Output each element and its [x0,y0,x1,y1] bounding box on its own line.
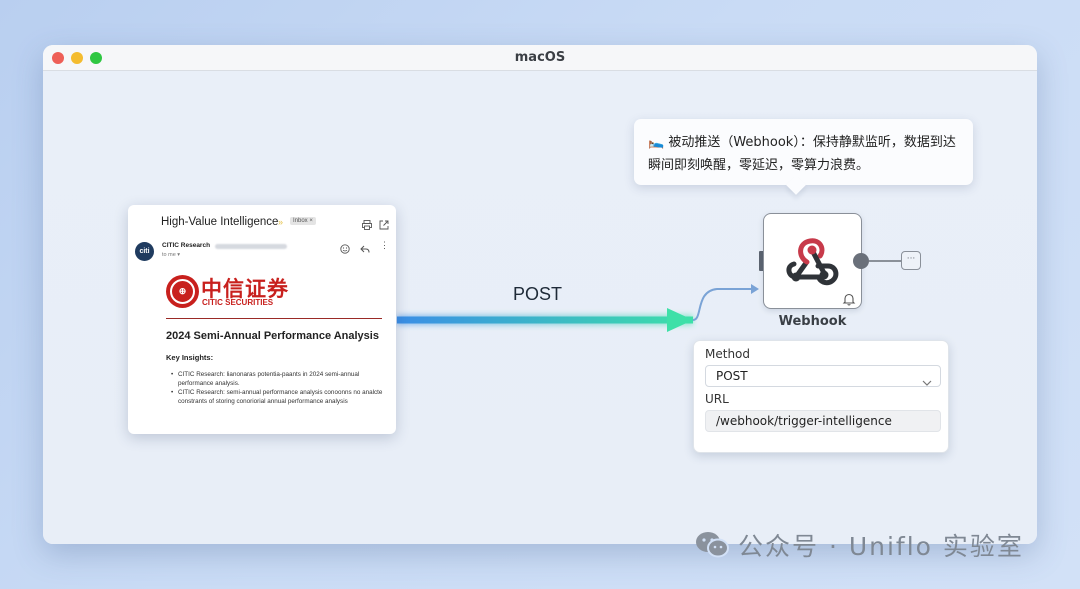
post-method-label: POST [513,284,563,304]
method-select[interactable]: POST [705,365,941,387]
title-bar: macOS [43,45,1037,71]
sender-email-redacted [215,244,287,249]
bell-icon[interactable] [842,291,856,310]
output-connector [869,260,902,262]
method-label: Method [705,347,751,361]
recipient-line[interactable]: to me ▾ [162,252,180,258]
node-label: Webhook [778,314,847,329]
list-item: CITIC Research: semi-annual performance … [171,389,388,406]
watermark-text: 公众号 · Uniflo 实验室 [738,532,1024,561]
url-label: URL [705,392,729,406]
webhook-icon [786,238,839,286]
list-item: CITIC Research: lianonaras potentia-paan… [171,371,388,388]
tooltip-text: 🛌 被动推送（Webhook）：保持静默监听，数据到达瞬间即刻唤醒，零延迟，零算… [648,135,956,173]
method-value: POST [716,369,748,383]
email-preview-card: High-Value Intelligence » Inbox × citi C… [128,205,396,434]
wechat-icon [696,532,729,558]
more-options-icon[interactable]: ⋮ [380,240,389,251]
important-marker-icon[interactable]: » [278,217,283,227]
document-divider [166,318,382,319]
workflow-canvas[interactable]: POST High-Value Intelligence » Inbox × c… [43,71,1037,544]
document-title: 2024 Semi-Annual Performance Analysis [166,330,379,342]
citic-logo-seal: ⊕ [166,275,199,308]
chevron-down-icon [922,372,932,391]
sender-avatar: citi [135,242,154,261]
window-title: macOS [514,50,566,65]
citic-logo-english: CITIC SECURITIES [202,298,274,307]
sender-name: CITIC Research [162,242,211,249]
print-icon[interactable] [362,217,372,235]
url-value: /webhook/trigger-intelligence [716,414,892,428]
app-window: macOS POST High-Value Intelligence » Inb… [43,45,1037,544]
key-insights-heading: Key Insights: [166,353,214,362]
node-output-port[interactable] [853,253,869,269]
webhook-tooltip: 🛌 被动推送（Webhook）：保持静默监听，数据到达瞬间即刻唤醒，零延迟，零算… [634,119,973,185]
webhook-settings-panel: Method POST URL /webhook/trigger-intelli… [693,340,949,453]
insights-list: CITIC Research: lianonaras potentia-paan… [171,371,388,407]
email-subject: High-Value Intelligence [161,216,279,228]
inbox-label-tag[interactable]: Inbox × [290,217,316,225]
emoji-reaction-icon[interactable] [340,241,350,259]
watermark: 公众号 · Uniflo 实验室 [694,527,1024,563]
reply-icon[interactable] [360,241,370,259]
add-node-button[interactable]: ··· [901,251,921,270]
url-input[interactable]: /webhook/trigger-intelligence [705,410,941,432]
open-in-new-window-icon[interactable] [379,217,389,235]
